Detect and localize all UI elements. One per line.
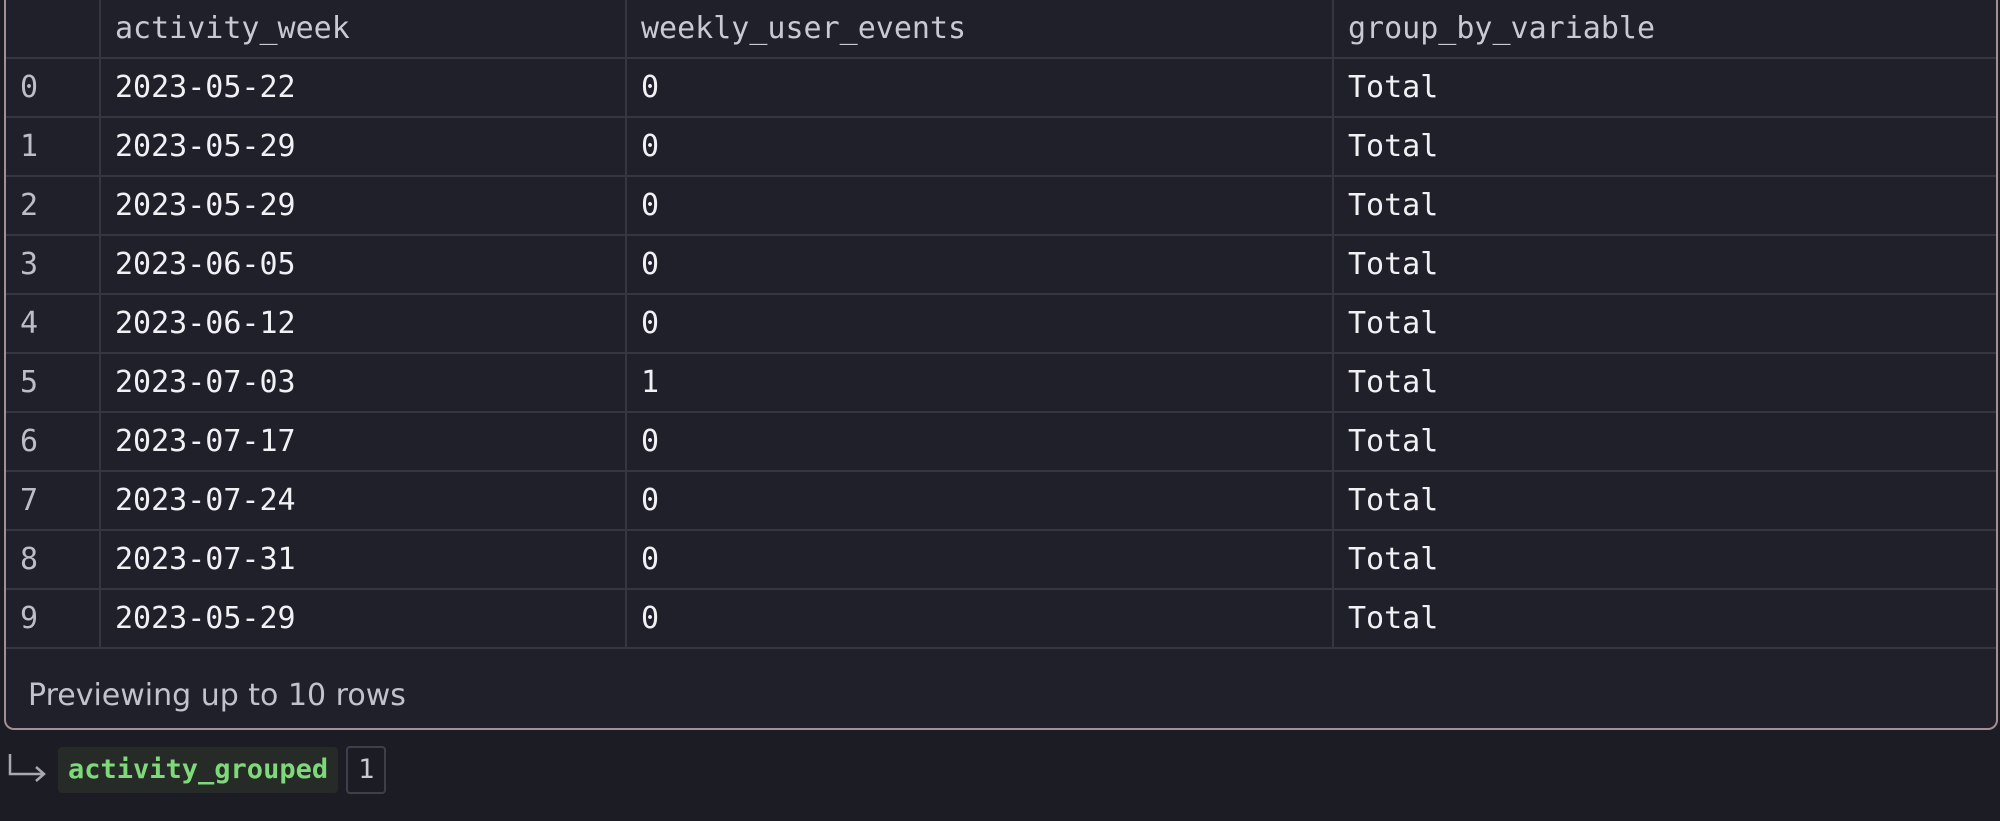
row-index: 3 — [6, 234, 101, 295]
table-header-row: activity_week weekly_user_events group_b… — [6, 0, 1996, 59]
cell-group-by-variable[interactable]: Total — [1332, 529, 1996, 590]
cell-activity-week[interactable]: 2023-07-24 — [99, 470, 627, 531]
table-row: 3 2023-06-05 0 Total — [6, 234, 1996, 295]
row-index: 5 — [6, 352, 101, 413]
cell-group-by-variable[interactable]: Total — [1332, 116, 1996, 177]
row-index: 0 — [6, 57, 101, 118]
table-row: 4 2023-06-12 0 Total — [6, 293, 1996, 354]
row-index: 9 — [6, 588, 101, 649]
return-arrow-icon — [8, 754, 46, 782]
cell-weekly-user-events[interactable]: 0 — [625, 57, 1334, 118]
cell-group-by-variable[interactable]: Total — [1332, 352, 1996, 413]
column-header-index[interactable] — [6, 0, 101, 59]
cell-activity-week[interactable]: 2023-05-29 — [99, 175, 627, 236]
column-header-group-by-variable[interactable]: group_by_variable — [1332, 0, 1996, 59]
cell-activity-week[interactable]: 2023-07-17 — [99, 411, 627, 472]
cell-weekly-user-events[interactable]: 0 — [625, 116, 1334, 177]
cell-group-by-variable[interactable]: Total — [1332, 411, 1996, 472]
dataframe-table: activity_week weekly_user_events group_b… — [6, 0, 1996, 649]
cell-activity-week[interactable]: 2023-05-29 — [99, 116, 627, 177]
row-index: 8 — [6, 529, 101, 590]
table-row: 9 2023-05-29 0 Total — [6, 588, 1996, 649]
row-index: 2 — [6, 175, 101, 236]
cell-activity-week[interactable]: 2023-07-03 — [99, 352, 627, 413]
cell-weekly-user-events[interactable]: 1 — [625, 352, 1334, 413]
cell-weekly-user-events[interactable]: 0 — [625, 588, 1334, 649]
cell-weekly-user-events[interactable]: 0 — [625, 411, 1334, 472]
table-row: 2 2023-05-29 0 Total — [6, 175, 1996, 236]
output-variable-name[interactable]: activity_grouped — [58, 747, 339, 793]
cell-weekly-user-events[interactable]: 0 — [625, 293, 1334, 354]
cell-activity-week[interactable]: 2023-06-05 — [99, 234, 627, 295]
row-index: 7 — [6, 470, 101, 531]
cell-activity-week[interactable]: 2023-05-29 — [99, 588, 627, 649]
output-variable-row: activity_grouped 1 — [6, 746, 387, 794]
table-row: 5 2023-07-03 1 Total — [6, 352, 1996, 413]
cell-group-by-variable[interactable]: Total — [1332, 57, 1996, 118]
dataframe-preview-panel: activity_week weekly_user_events group_b… — [4, 0, 1998, 730]
cell-group-by-variable[interactable]: Total — [1332, 293, 1996, 354]
column-header-activity-week[interactable]: activity_week — [99, 0, 627, 59]
cell-activity-week[interactable]: 2023-07-31 — [99, 529, 627, 590]
preview-footer-text: Previewing up to 10 rows — [28, 678, 406, 713]
cell-weekly-user-events[interactable]: 0 — [625, 234, 1334, 295]
table-row: 1 2023-05-29 0 Total — [6, 116, 1996, 177]
cell-group-by-variable[interactable]: Total — [1332, 470, 1996, 531]
cell-group-by-variable[interactable]: Total — [1332, 234, 1996, 295]
column-header-weekly-user-events[interactable]: weekly_user_events — [625, 0, 1334, 59]
cell-weekly-user-events[interactable]: 0 — [625, 529, 1334, 590]
table-row: 7 2023-07-24 0 Total — [6, 470, 1996, 531]
table-row: 6 2023-07-17 0 Total — [6, 411, 1996, 472]
row-index: 6 — [6, 411, 101, 472]
cell-group-by-variable[interactable]: Total — [1332, 175, 1996, 236]
cell-weekly-user-events[interactable]: 0 — [625, 470, 1334, 531]
output-count-badge: 1 — [346, 746, 387, 794]
table-row: 8 2023-07-31 0 Total — [6, 529, 1996, 590]
cell-activity-week[interactable]: 2023-05-22 — [99, 57, 627, 118]
cell-weekly-user-events[interactable]: 0 — [625, 175, 1334, 236]
row-index: 1 — [6, 116, 101, 177]
row-index: 4 — [6, 293, 101, 354]
cell-activity-week[interactable]: 2023-06-12 — [99, 293, 627, 354]
table-row: 0 2023-05-22 0 Total — [6, 57, 1996, 118]
cell-group-by-variable[interactable]: Total — [1332, 588, 1996, 649]
